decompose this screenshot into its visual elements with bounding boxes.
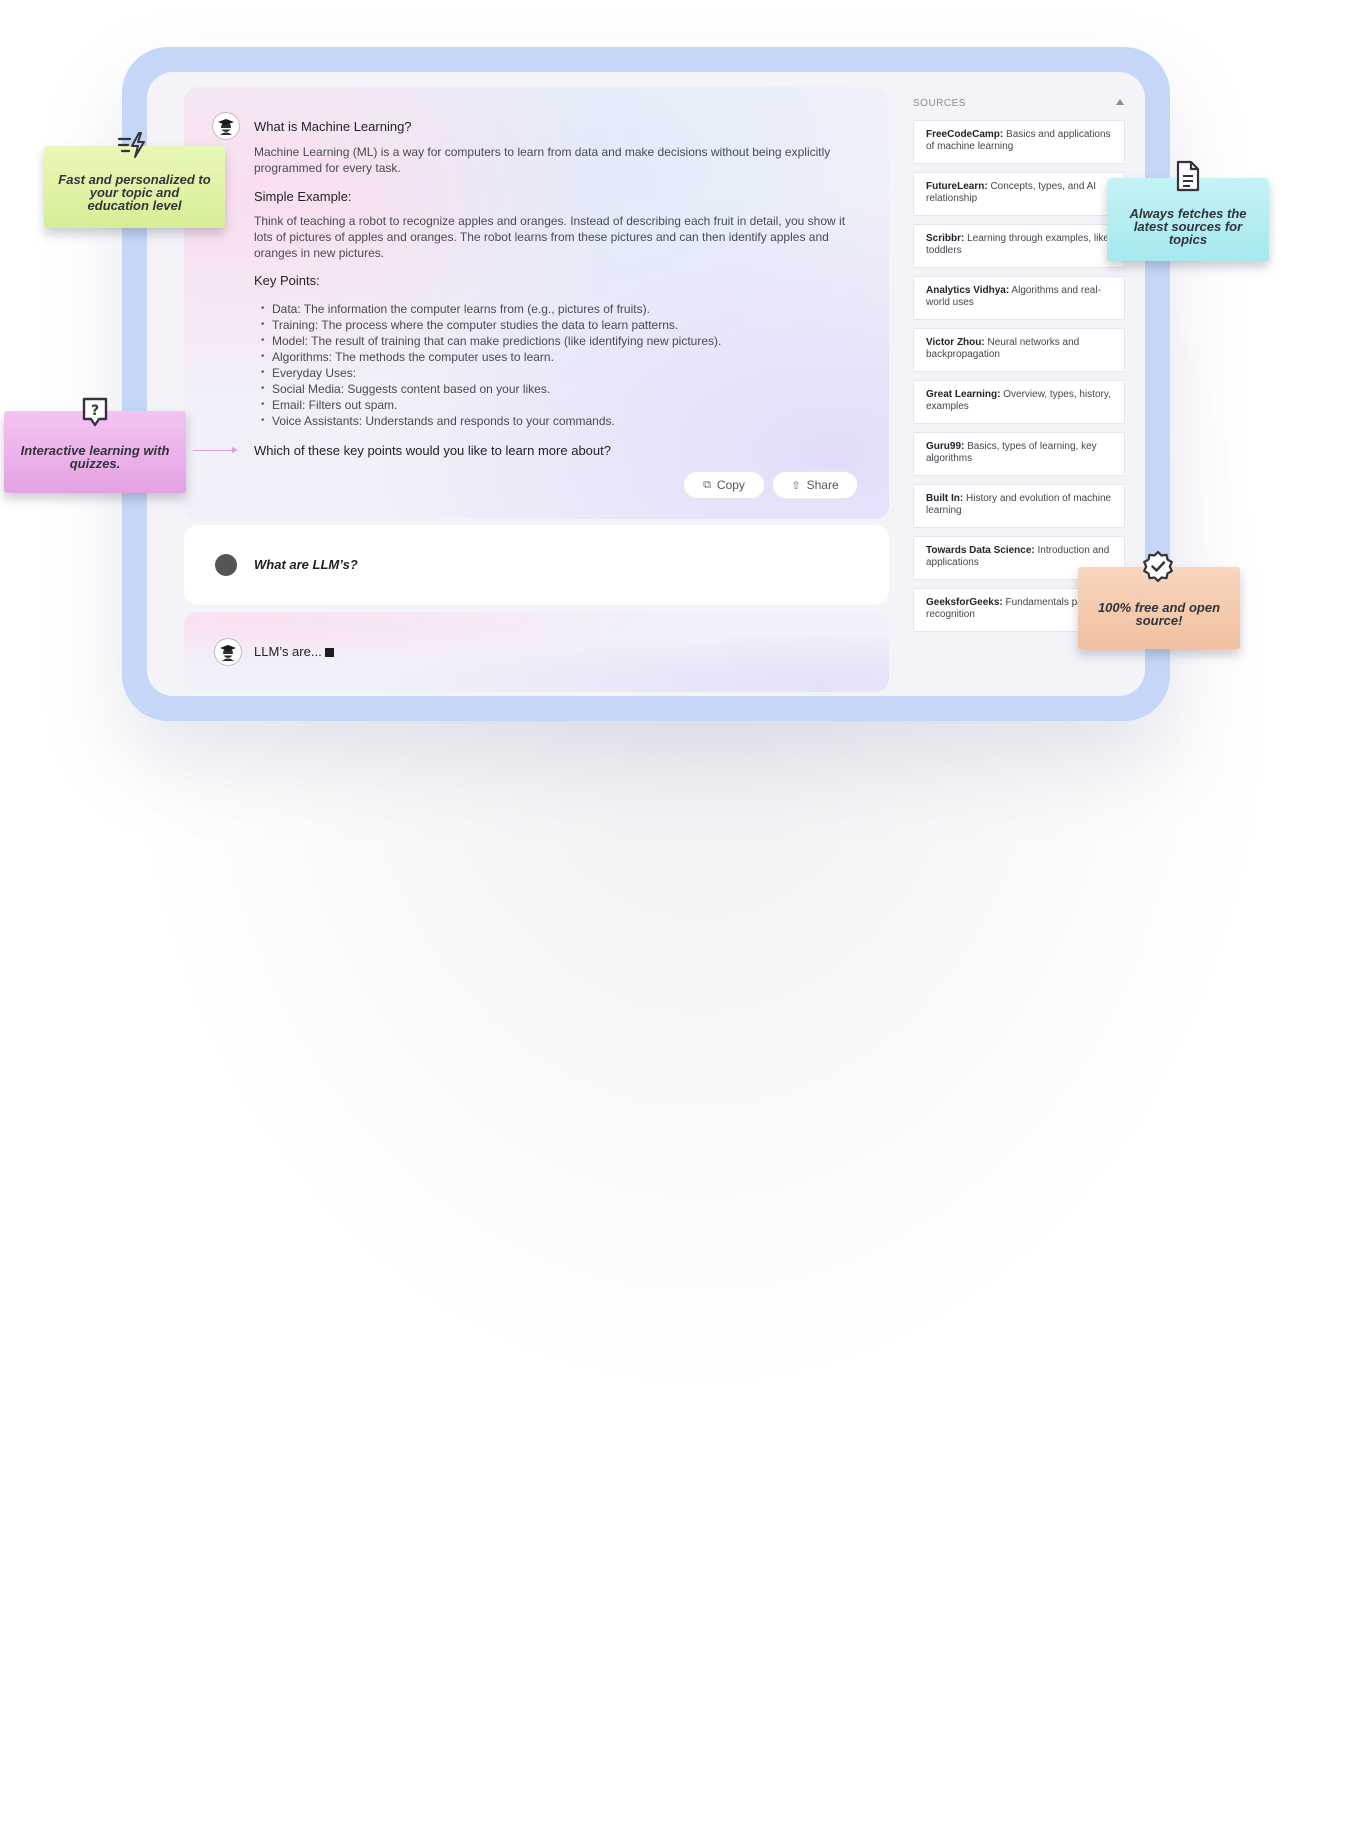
streaming-text: LLM’s are... [254,644,334,659]
callout-sources-text: Always fetches the latest sources for to… [1129,206,1247,247]
share-button[interactable]: ⇧ Share [772,471,858,499]
source-item[interactable]: Guru99: Basics, types of learning, key a… [913,432,1125,476]
question-bubble-icon: ? [82,397,108,427]
follow-up-question: Which of these key points would you like… [254,443,611,458]
callout-free-text: 100% free and open source! [1097,600,1221,628]
graduate-icon [220,645,236,661]
app-screen: What is Machine Learning? Machine Learni… [147,72,1145,696]
callout-fast-text: Fast and personalized to your topic and … [58,171,211,213]
copy-icon: ⧉ [703,478,711,491]
source-name: Guru99: [926,441,965,452]
key-point-item: Algorithms: The methods the computer use… [254,349,854,365]
key-point-item: Training: The process where the computer… [254,317,854,333]
key-points-heading: Key Points: [254,273,320,288]
source-name: GeeksforGeeks: [926,597,1003,608]
callout-quiz-text: Interactive learning with quizzes. [20,443,170,471]
collapse-caret-icon[interactable] [1116,99,1124,105]
source-item[interactable]: FreeCodeCamp: Basics and applications of… [913,120,1125,164]
streaming-answer-card: LLM’s are... [184,612,889,692]
sources-heading: SOURCES [913,98,966,109]
user-message-text: What are LLM’s? [254,557,358,572]
copy-button[interactable]: ⧉ Copy [683,471,765,499]
key-point-item: Email: Filters out spam. [254,397,854,413]
simple-example-heading: Simple Example: [254,189,352,204]
source-item[interactable]: Scribbr: Learning through examples, like… [913,224,1125,268]
typing-cursor [324,648,334,657]
source-name: Great Learning: [926,389,1001,400]
source-name: Analytics Vidhya: [926,285,1010,296]
user-message-card: What are LLM’s? [184,525,889,605]
pointer-arrow-head [232,447,238,453]
source-name: Scribbr: [926,233,965,244]
answer-question: What is Machine Learning? [254,119,412,134]
source-item[interactable]: FutureLearn: Concepts, types, and AI rel… [913,172,1125,216]
source-name: Towards Data Science: [926,545,1035,556]
source-item[interactable]: Built In: History and evolution of machi… [913,484,1125,528]
share-icon: ⇧ [791,479,801,492]
key-point-item: Social Media: Suggests content based on … [254,381,854,397]
share-label: Share [806,478,839,492]
graduate-icon [218,119,234,135]
source-name: Built In: [926,493,964,504]
source-item[interactable]: Great Learning: Overview, types, history… [913,380,1125,424]
source-item[interactable]: Analytics Vidhya: Algorithms and real-wo… [913,276,1125,320]
answer-intro: Machine Learning (ML) is a way for compu… [254,145,831,175]
lightning-speed-icon [117,132,145,158]
key-point-item: Everyday Uses: [254,365,854,381]
key-point-item: Model: The result of training that can m… [254,333,854,349]
source-item[interactable]: Victor Zhou: Neural networks and backpro… [913,328,1125,372]
verified-badge-icon [1143,550,1173,582]
tablet-frame: What is Machine Learning? Machine Learni… [122,47,1170,721]
key-points-list: Data: The information the computer learn… [254,301,854,429]
key-point-item: Data: The information the computer learn… [254,301,854,317]
source-name: FreeCodeCamp: [926,129,1004,140]
assistant-avatar [214,638,242,666]
streaming-text-content: LLM’s are... [254,644,322,659]
assistant-answer-card: What is Machine Learning? Machine Learni… [184,87,889,519]
document-icon [1176,160,1200,192]
copy-label: Copy [716,478,745,492]
key-point-item: Voice Assistants: Understands and respon… [254,413,854,429]
assistant-avatar [212,112,240,140]
simple-example-text: Think of teaching a robot to recognize a… [254,214,846,260]
source-name: Victor Zhou: [926,337,985,348]
pointer-arrow [193,450,235,451]
source-name: FutureLearn: [926,181,988,192]
svg-text:?: ? [91,403,99,419]
user-avatar [215,554,237,576]
